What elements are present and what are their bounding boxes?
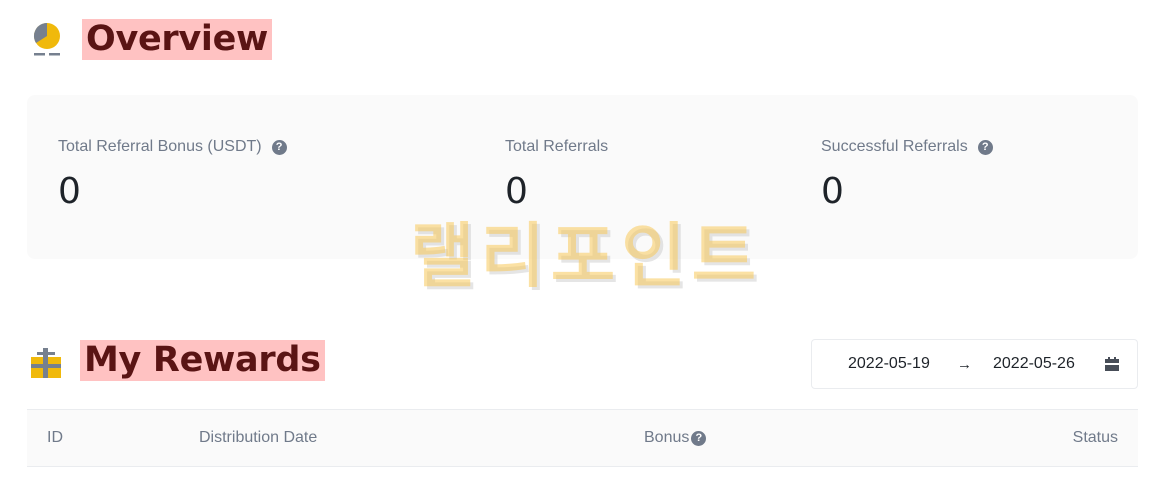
help-icon[interactable]: ? bbox=[977, 139, 993, 155]
overview-title: Overview bbox=[82, 19, 273, 60]
column-header-distribution-date: Distribution Date bbox=[199, 429, 318, 446]
stat-label: Total Referrals bbox=[505, 138, 609, 155]
help-icon[interactable]: ? bbox=[271, 139, 287, 155]
pie-chart-icon bbox=[33, 22, 60, 55]
stat-value: 0 bbox=[821, 171, 844, 212]
stat-label: Total Referral Bonus (USDT) bbox=[58, 138, 262, 155]
stat-label: Successful Referrals bbox=[821, 138, 968, 155]
date-range-picker[interactable]: 2022-05-19 → 2022-05-26 bbox=[811, 339, 1138, 389]
calendar-icon[interactable] bbox=[1105, 357, 1119, 371]
date-end[interactable]: 2022-05-26 bbox=[993, 355, 1075, 373]
stat-successful-referrals: Successful Referrals ? 0 bbox=[821, 135, 993, 212]
gift-icon bbox=[31, 347, 61, 378]
arrow-right-icon: → bbox=[957, 355, 972, 373]
watermark: 랠리포인트 bbox=[410, 215, 762, 297]
help-icon[interactable]: ? bbox=[691, 430, 707, 446]
rewards-table-header: ID Distribution Date Bonus ? Status bbox=[27, 409, 1138, 467]
overview-header: Overview bbox=[32, 19, 273, 60]
stat-value: 0 bbox=[58, 171, 81, 212]
date-start[interactable]: 2022-05-19 bbox=[848, 355, 930, 373]
column-header-status: Status bbox=[1072, 429, 1118, 446]
stat-total-referral-bonus: Total Referral Bonus (USDT) ? 0 bbox=[58, 135, 287, 212]
rewards-title: My Rewards bbox=[80, 340, 325, 381]
column-header-id: ID bbox=[47, 429, 63, 446]
rewards-header: My Rewards bbox=[30, 340, 325, 381]
column-header-bonus: Bonus bbox=[644, 429, 690, 446]
